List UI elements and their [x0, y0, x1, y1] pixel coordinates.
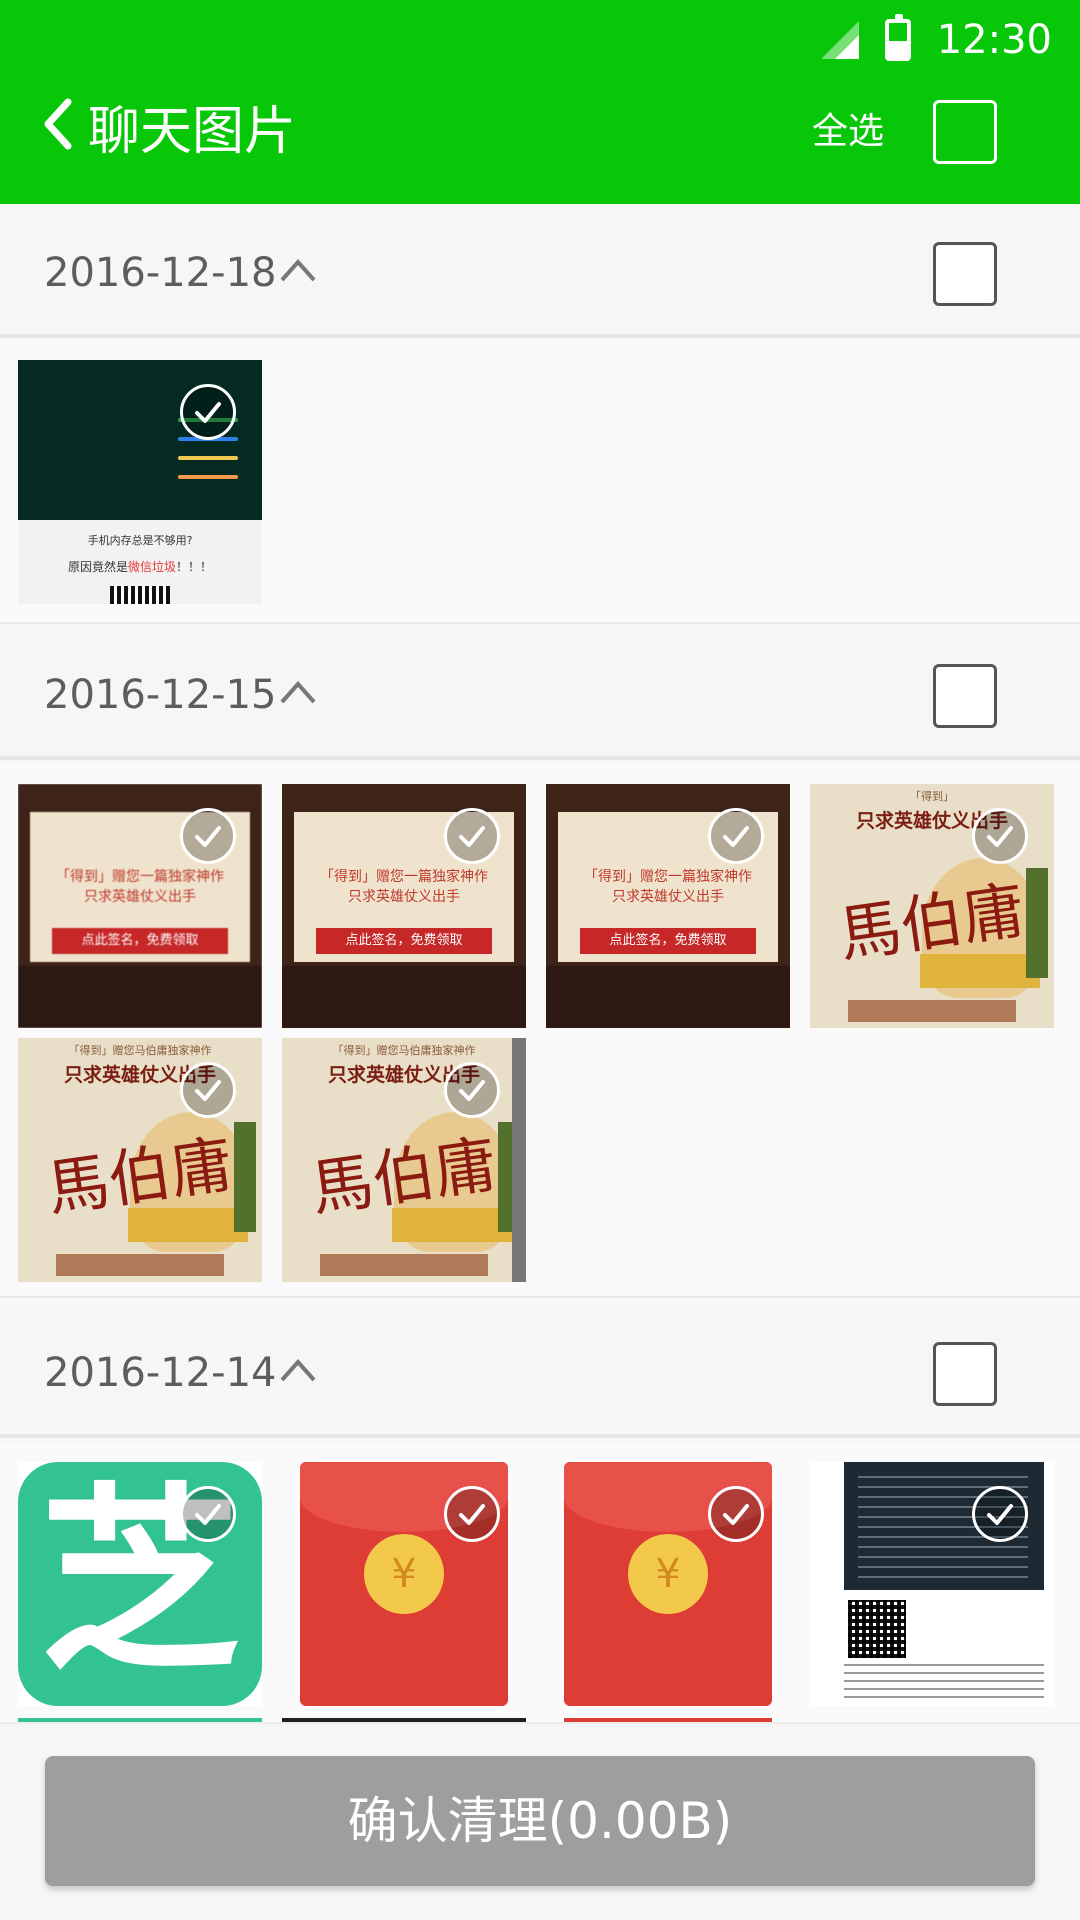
image-thumbnail[interactable]: 「得到」赠您一篇独家神作 只求英雄仗义出手 点此签名，免费领取	[546, 784, 790, 1028]
status-bar: 12:30	[820, 10, 1052, 70]
signal-icon	[820, 21, 859, 59]
date-header[interactable]: 2016-12-14	[0, 1306, 1080, 1438]
thumbnail-button-text: 点此签名，免费领取	[580, 928, 756, 954]
thumbnail-caption: 「得到」赠您一篇独家神作	[56, 869, 224, 885]
image-grid: 「得到」赠您一篇独家神作 只求英雄仗义出手 点此签名，免费领取 「得到」赠您一篇…	[0, 764, 1080, 1298]
image-grid: 芝 ¥ ¥	[0, 1442, 1080, 1732]
selected-check-icon[interactable]	[180, 1486, 236, 1542]
selected-check-icon[interactable]	[180, 384, 236, 440]
thumbnail-caption: 原因竟然是微信垃圾！！！	[67, 560, 213, 574]
selected-check-icon[interactable]	[972, 808, 1028, 864]
date-header[interactable]: 2016-12-18	[0, 206, 1080, 338]
thumbnail-caption: 只求英雄仗义出手	[612, 889, 724, 905]
thumbnail-caption: 「得到」赠您一篇独家神作	[584, 869, 752, 885]
yuan-coin-icon: ¥	[364, 1534, 444, 1614]
date-header[interactable]: 2016-12-15	[0, 628, 1080, 760]
qr-code-image	[848, 1600, 906, 1658]
thumbnail-button-text: 点此签名，免费领取	[52, 928, 228, 954]
qr-code-image	[110, 586, 170, 604]
selected-check-icon[interactable]	[444, 1486, 500, 1542]
image-thumbnail[interactable]: 「得到」赠您一篇独家神作 只求英雄仗义出手 点此签名，免费领取	[18, 784, 262, 1028]
group-select-checkbox[interactable]	[933, 664, 997, 728]
status-time: 12:30	[936, 17, 1052, 63]
selected-check-icon[interactable]	[180, 808, 236, 864]
selected-check-icon[interactable]	[708, 1486, 764, 1542]
selected-check-icon[interactable]	[444, 1062, 500, 1118]
back-arrow-icon[interactable]	[36, 92, 84, 156]
image-thumbnail[interactable]: 手机内存总是不够用? 原因竟然是微信垃圾！！！	[18, 360, 262, 604]
select-all-checkbox[interactable]	[933, 100, 997, 164]
confirm-clean-button[interactable]: 确认清理(0.00B)	[45, 1756, 1035, 1886]
selected-check-icon[interactable]	[708, 808, 764, 864]
group-date: 2016-12-14	[44, 1350, 277, 1396]
selected-check-icon[interactable]	[180, 1062, 236, 1118]
collapse-caret-icon[interactable]	[278, 678, 318, 706]
thumbnail-caption: 只求英雄仗义出手	[84, 889, 196, 905]
yuan-coin-icon: ¥	[628, 1534, 708, 1614]
image-thumbnail[interactable]: 「得到」赠您一篇独家神作 只求英雄仗义出手 点此签名，免费领取	[282, 784, 526, 1028]
battery-icon	[884, 14, 911, 61]
thumbnail-caption: 「得到」	[910, 790, 954, 803]
group-date: 2016-12-18	[44, 250, 277, 296]
thumbnail-caption: 只求英雄仗义出手	[348, 889, 460, 905]
image-thumbnail[interactable]: ¥	[282, 1462, 526, 1706]
image-thumbnail[interactable]: 芝	[18, 1462, 262, 1706]
chat-images-screen: 12:30 聊天图片 全选 2016-12-18 手机内存总是不够用? 原因竟然…	[0, 0, 1080, 1920]
page-title: 聊天图片	[88, 102, 297, 162]
image-thumbnail[interactable]: ¥	[546, 1462, 790, 1706]
select-all-label[interactable]: 全选	[812, 108, 884, 156]
thumbnail-button-text: 点此签名，免费领取	[316, 928, 492, 954]
image-thumbnail[interactable]: 「得到」赠您马伯庸独家神作 只求英雄仗义出手 馬伯庸	[282, 1038, 526, 1282]
image-thumbnail[interactable]: 「得到」 只求英雄仗义出手 馬伯庸	[810, 784, 1054, 1028]
thumbnail-caption: 手机内存总是不够用?	[87, 534, 193, 547]
collapse-caret-icon[interactable]	[278, 256, 318, 284]
selected-check-icon[interactable]	[972, 1486, 1028, 1542]
selected-check-icon[interactable]	[444, 808, 500, 864]
image-thumbnail[interactable]: 「得到」赠您马伯庸独家神作 只求英雄仗义出手 馬伯庸	[18, 1038, 262, 1282]
group-select-checkbox[interactable]	[933, 1342, 997, 1406]
thumbnail-caption: 「得到」赠您马伯庸独家神作	[68, 1044, 212, 1057]
bottom-action-bar: 确认清理(0.00B)	[0, 1722, 1080, 1920]
group-date: 2016-12-15	[44, 672, 277, 718]
collapse-caret-icon[interactable]	[278, 1356, 318, 1384]
image-grid: 手机内存总是不够用? 原因竟然是微信垃圾！！！	[0, 342, 1080, 624]
title-bar: 12:30 聊天图片 全选	[0, 0, 1080, 204]
image-thumbnail[interactable]	[810, 1462, 1054, 1706]
thumbnail-caption: 「得到」赠您一篇独家神作	[320, 869, 488, 885]
group-select-checkbox[interactable]	[933, 242, 997, 306]
thumbnail-caption: 「得到」赠您马伯庸独家神作	[332, 1044, 476, 1057]
